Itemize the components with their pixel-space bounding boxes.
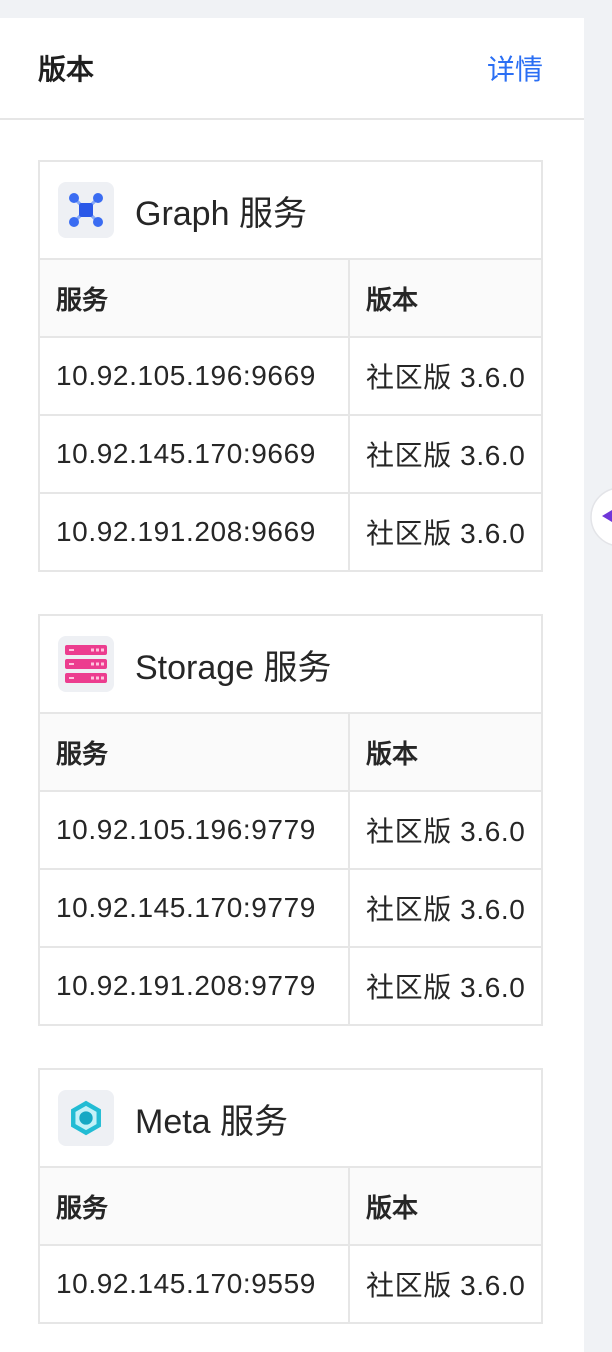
service-version-cell: 社区版 3.6.0 bbox=[366, 816, 526, 847]
card-title: Storage 服务 bbox=[135, 648, 332, 687]
service-version-cell: 社区版 3.6.0 bbox=[366, 894, 526, 925]
service-address-cell: 10.92.145.170:9559 bbox=[40, 1246, 350, 1322]
table-header-row: 服务 版本 bbox=[40, 1168, 541, 1244]
card-title: Meta 服务 bbox=[135, 1102, 289, 1141]
service-address-cell: 10.92.191.208:9779 bbox=[40, 948, 350, 1024]
service-table: 服务 版本 10.92.105.196:9669 社区版 3.6.0 10.92… bbox=[38, 258, 543, 572]
detail-link[interactable]: 详情 bbox=[487, 48, 543, 88]
service-version-cell: 社区版 3.6.0 bbox=[366, 1270, 526, 1301]
panel-header: 版本 详情 bbox=[0, 18, 584, 120]
card-header: Meta 服务 bbox=[38, 1068, 543, 1166]
column-header-version: 版本 bbox=[366, 738, 419, 769]
card-header: Graph 服务 bbox=[38, 160, 543, 258]
graph-network-icon bbox=[58, 182, 114, 238]
card-title: Graph 服务 bbox=[135, 194, 307, 233]
service-table: 服务 版本 10.92.105.196:9779 社区版 3.6.0 10.92… bbox=[38, 712, 543, 1026]
version-panel: 版本 详情 Graph 服务 服务 版本 10.92.105.196:9669 … bbox=[0, 18, 584, 1352]
card-header: Storage 服务 bbox=[38, 614, 543, 712]
table-row: 10.92.145.170:9669 社区版 3.6.0 bbox=[40, 414, 541, 492]
service-version-cell: 社区版 3.6.0 bbox=[366, 518, 526, 549]
column-header-version: 版本 bbox=[366, 1192, 419, 1223]
service-version-cell: 社区版 3.6.0 bbox=[366, 972, 526, 1003]
graph-service-card: Graph 服务 服务 版本 10.92.105.196:9669 社区版 3.… bbox=[38, 160, 543, 572]
column-header-version: 版本 bbox=[366, 284, 419, 315]
storage-server-icon bbox=[58, 636, 114, 692]
column-header-service: 服务 bbox=[40, 714, 350, 790]
service-address-cell: 10.92.145.170:9669 bbox=[40, 416, 350, 492]
table-row: 10.92.105.196:9779 社区版 3.6.0 bbox=[40, 790, 541, 868]
service-version-cell: 社区版 3.6.0 bbox=[366, 440, 526, 471]
table-row: 10.92.191.208:9669 社区版 3.6.0 bbox=[40, 492, 541, 570]
table-row: 10.92.145.170:9559 社区版 3.6.0 bbox=[40, 1244, 541, 1322]
table-row: 10.92.191.208:9779 社区版 3.6.0 bbox=[40, 946, 541, 1024]
table-row: 10.92.105.196:9669 社区版 3.6.0 bbox=[40, 336, 541, 414]
service-address-cell: 10.92.105.196:9669 bbox=[40, 338, 350, 414]
service-address-cell: 10.92.145.170:9779 bbox=[40, 870, 350, 946]
meta-service-card: Meta 服务 服务 版本 10.92.145.170:9559 社区版 3.6… bbox=[38, 1068, 543, 1324]
service-address-cell: 10.92.105.196:9779 bbox=[40, 792, 350, 868]
meta-hexagon-icon bbox=[58, 1090, 114, 1146]
service-address-cell: 10.92.191.208:9669 bbox=[40, 494, 350, 570]
panel-title: 版本 bbox=[38, 54, 95, 85]
table-header-row: 服务 版本 bbox=[40, 260, 541, 336]
table-row: 10.92.145.170:9779 社区版 3.6.0 bbox=[40, 868, 541, 946]
column-header-service: 服务 bbox=[40, 260, 350, 336]
storage-service-card: Storage 服务 服务 版本 10.92.105.196:9779 社区版 … bbox=[38, 614, 543, 1026]
collapse-button[interactable] bbox=[588, 486, 612, 548]
column-header-service: 服务 bbox=[40, 1168, 350, 1244]
service-table: 服务 版本 10.92.145.170:9559 社区版 3.6.0 bbox=[38, 1166, 543, 1324]
service-cards: Graph 服务 服务 版本 10.92.105.196:9669 社区版 3.… bbox=[0, 120, 584, 1324]
service-version-cell: 社区版 3.6.0 bbox=[366, 362, 526, 393]
table-header-row: 服务 版本 bbox=[40, 714, 541, 790]
